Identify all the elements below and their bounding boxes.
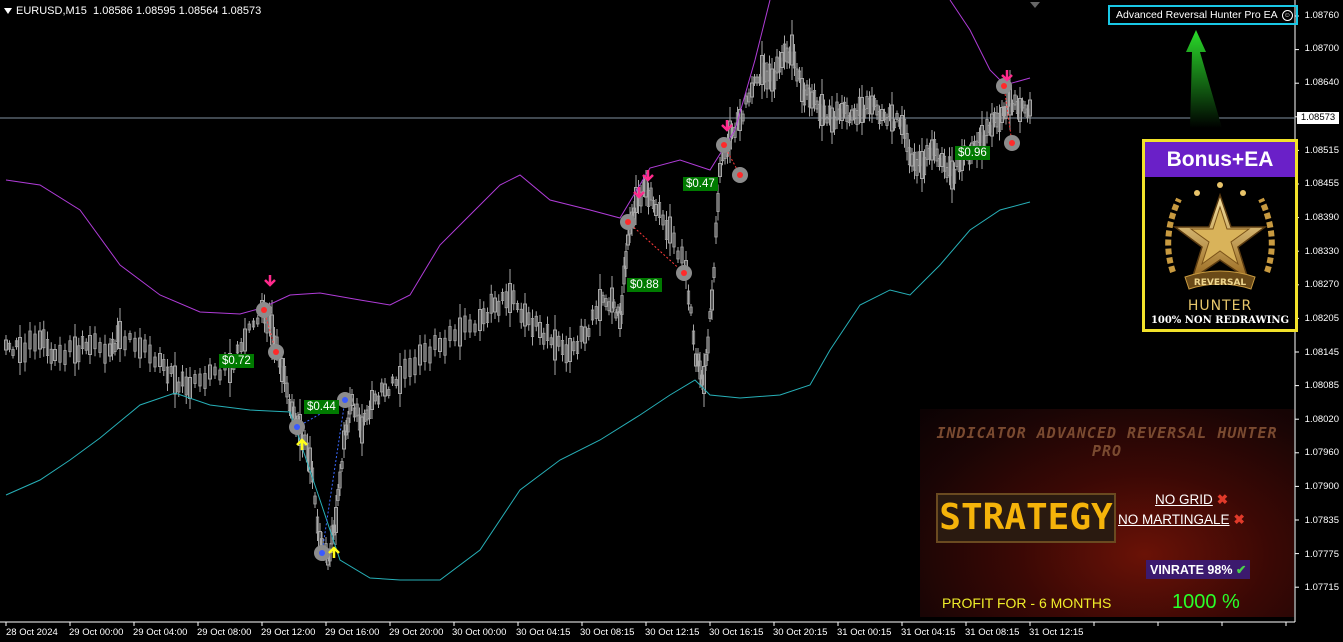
profit-label: $0.47: [683, 177, 718, 191]
bonus-title: Bonus+EA: [1145, 142, 1295, 177]
winrate-badge: VINRATE 98% ✔: [1146, 560, 1251, 579]
time-tick-label: 29 Oct 04:00: [133, 627, 188, 638]
winrate-label: VINRATE 98%: [1150, 563, 1233, 577]
hunter-label: HUNTER: [1187, 298, 1253, 314]
time-tick-label: 30 Oct 16:15: [709, 627, 764, 638]
dropdown-triangle-icon[interactable]: [4, 8, 12, 15]
price-tick-label: 1.08760: [1304, 10, 1339, 21]
profit-label: $0.88: [627, 278, 662, 292]
price-tick-label: 1.08455: [1304, 178, 1339, 189]
no-martingale-label: NO MARTINGALE: [1118, 512, 1230, 527]
bonus-ea-box[interactable]: Bonus+EA REVERSAL HUNTER 100% NON REDRAW…: [1142, 139, 1298, 332]
chart-header: EURUSD,M15 1.08586 1.08595 1.08564 1.085…: [4, 5, 261, 17]
price-tick-label: 1.08085: [1304, 380, 1339, 391]
price-tick-label: 1.08270: [1304, 279, 1339, 290]
reversal-dot-center: [1001, 83, 1007, 89]
time-tick-label: 31 Oct 04:15: [901, 627, 956, 638]
reversal-dot-center: [319, 550, 325, 556]
promo-banner[interactable]: INDICATOR ADVANCED REVERSAL HUNTER PRO S…: [920, 409, 1294, 617]
reversal-dot-center: [681, 270, 687, 276]
check-icon: ✔: [1235, 563, 1247, 577]
time-tick-label: 30 Oct 08:15: [580, 627, 635, 638]
green-arrow-icon: [1186, 30, 1222, 128]
reversal-dot-center: [342, 397, 348, 403]
price-tick-label: 1.08020: [1304, 414, 1339, 425]
reversal-dot-center: [294, 424, 300, 430]
time-tick-label: 30 Oct 00:00: [452, 627, 507, 638]
upper-band-line: [949, 0, 1031, 86]
price-tick-label: 1.08145: [1304, 347, 1339, 358]
profit-period-label: PROFIT FOR - 6 MONTHS: [942, 595, 1112, 611]
time-tick-label: 31 Oct 08:15: [965, 627, 1020, 638]
price-tick-label: 1.08515: [1304, 145, 1339, 156]
reversal-dot-center: [273, 349, 279, 355]
time-tick-label: 31 Oct 00:15: [837, 627, 892, 638]
time-tick-label: 30 Oct 12:15: [645, 627, 700, 638]
lower-band-line: [5, 201, 1031, 581]
time-tick-label: 29 Oct 16:00: [325, 627, 380, 638]
trade-line: [627, 221, 685, 274]
price-tick-label: 1.08640: [1304, 77, 1339, 88]
price-tick-label: 1.07900: [1304, 481, 1339, 492]
reversal-dot-center: [625, 219, 631, 225]
price-tick-label: 1.08205: [1304, 313, 1339, 324]
price-tick-label: 1.07960: [1304, 447, 1339, 458]
time-tick-label: 29 Oct 00:00: [69, 627, 124, 638]
profit-label: $0.44: [304, 400, 339, 414]
non-redrawing-label: 100% NON REDRAWING: [1150, 315, 1290, 326]
time-tick-label: 29 Oct 08:00: [197, 627, 252, 638]
sell-arrow-icon: [264, 275, 276, 287]
time-tick-label: 30 Oct 04:15: [516, 627, 571, 638]
reversal-dot-center: [737, 172, 743, 178]
time-tick-label: 28 Oct 2024: [6, 627, 58, 638]
star-emblem-icon: REVERSAL: [1165, 182, 1275, 290]
upper-band-line: [5, 0, 771, 315]
ea-name-label: Advanced Reversal Hunter Pro EA: [1116, 9, 1278, 21]
cross-icon: ✖: [1216, 492, 1229, 507]
price-tick-label: 1.08700: [1304, 43, 1339, 54]
smiley-icon: ☺: [1281, 9, 1293, 21]
price-tick-label: 1.08330: [1304, 246, 1339, 257]
ea-name-badge[interactable]: Advanced Reversal Hunter Pro EA ☺: [1108, 5, 1298, 25]
no-martingale-item: NO MARTINGALE ✖: [1118, 512, 1245, 528]
price-tick-label: 1.08390: [1304, 212, 1339, 223]
profit-label: $0.96: [955, 146, 990, 160]
profit-percent-label: 1000 %: [1172, 591, 1240, 613]
reversal-dot-center: [721, 142, 727, 148]
cross-icon: ✖: [1233, 512, 1245, 527]
price-tick-label: 1.07715: [1304, 582, 1339, 593]
strategy-label: STRATEGY: [936, 493, 1116, 543]
scroll-marker-icon: [1030, 2, 1040, 8]
ohlc-values: 1.08586 1.08595 1.08564 1.08573: [93, 5, 262, 17]
banner-title: INDICATOR ADVANCED REVERSAL HUNTER PRO: [936, 424, 1278, 460]
profit-label: $0.72: [219, 354, 254, 368]
no-grid-label: NO GRID: [1155, 492, 1213, 507]
emblem-text: REVERSAL: [1194, 278, 1247, 288]
time-tick-label: 30 Oct 20:15: [773, 627, 828, 638]
symbol-timeframe: EURUSD,M15: [16, 5, 87, 17]
reversal-dot-center: [1009, 140, 1015, 146]
no-grid-item: NO GRID ✖: [1155, 492, 1228, 508]
price-tick-label: 1.07835: [1304, 515, 1339, 526]
current-price-label: 1.08573: [1297, 112, 1339, 124]
time-tick-label: 29 Oct 12:00: [261, 627, 316, 638]
time-tick-label: 29 Oct 20:00: [389, 627, 444, 638]
price-tick-label: 1.07775: [1304, 549, 1339, 560]
reversal-dot-center: [261, 307, 267, 313]
time-tick-label: 31 Oct 12:15: [1029, 627, 1084, 638]
